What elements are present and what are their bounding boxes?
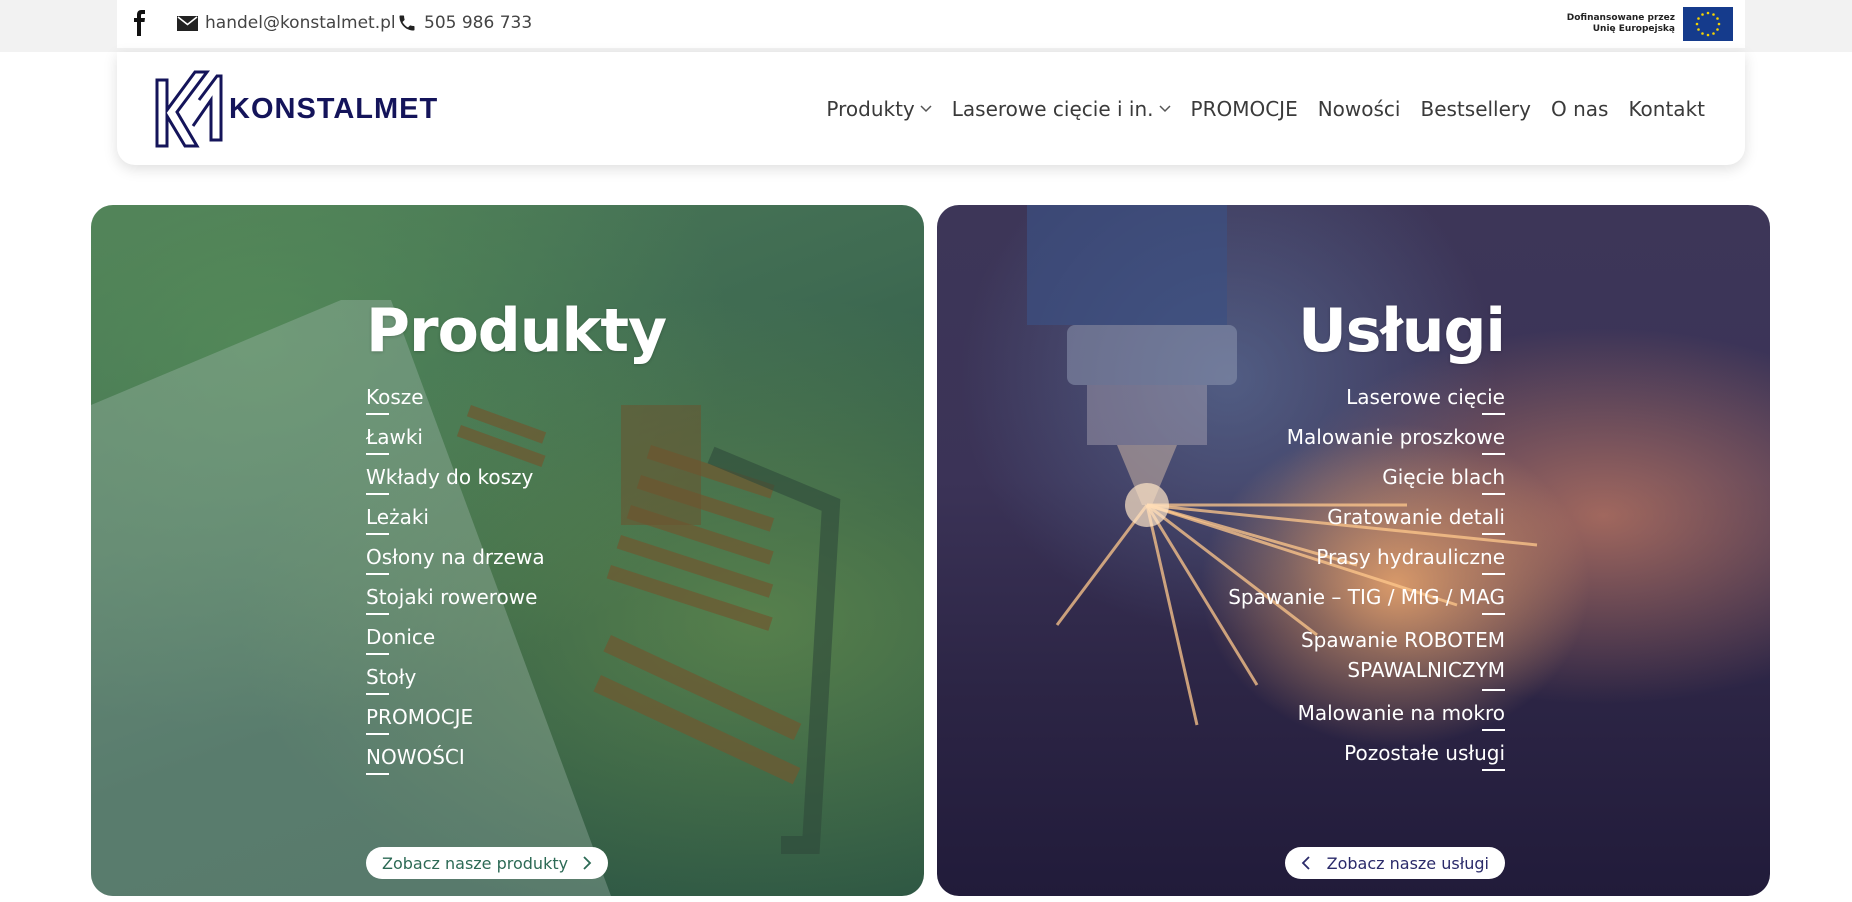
product-link-lezaki[interactable]: Leżaki (366, 505, 666, 535)
eu-funding-badge[interactable]: Dofinansowane przez Unię Europejską (1567, 7, 1733, 41)
mail-icon (177, 15, 198, 31)
services-column: Usługi Laserowe cięcie Malowanie proszko… (1228, 295, 1506, 781)
service-link-robot[interactable]: Spawanie ROBOTEM SPAWALNICZYM (1275, 625, 1505, 691)
nav-item-nowosci[interactable]: Nowości (1318, 97, 1401, 121)
service-link-spawanie[interactable]: Spawanie – TIG / MIG / MAG (1228, 585, 1505, 615)
chevron-right-icon (583, 856, 592, 870)
nav-label: Nowości (1317, 96, 1401, 121)
service-link-gratowanie[interactable]: Gratowanie detali (1228, 505, 1505, 535)
facebook-icon[interactable] (131, 10, 149, 36)
nav-label: O nas (1550, 96, 1609, 121)
products-title: Produkty (366, 296, 667, 366)
product-link-stojaki[interactable]: Stojaki rowerowe (366, 585, 666, 615)
email-link[interactable]: handel@konstalmet.pl (177, 0, 396, 46)
product-link-stoly[interactable]: Stoły (366, 665, 666, 695)
see-services-label: Zobacz nasze usługi (1326, 853, 1489, 873)
phone-icon (399, 15, 415, 31)
services-card: Usługi Laserowe cięcie Malowanie proszko… (937, 205, 1770, 896)
chevron-down-icon (920, 104, 932, 112)
services-title: Usługi (1298, 296, 1506, 366)
nav-label: Produkty (826, 96, 915, 121)
service-link-malowanie-mokro[interactable]: Malowanie na mokro (1228, 701, 1505, 731)
service-link-malowanie-proszkowe[interactable]: Malowanie proszkowe (1228, 425, 1505, 455)
email-text: handel@konstalmet.pl (205, 13, 396, 33)
products-links: Kosze Ławki Wkłady do koszy Leżaki Osłon… (366, 385, 666, 775)
service-link-prasy[interactable]: Prasy hydrauliczne (1228, 545, 1505, 575)
product-link-wklady[interactable]: Wkłady do koszy (366, 465, 666, 495)
nav-item-kontakt[interactable]: Kontakt (1628, 97, 1705, 121)
nav-label: Bestsellery (1420, 96, 1531, 121)
products-column: Produkty Kosze Ławki Wkłady do koszy Leż… (366, 295, 667, 785)
product-link-kosze[interactable]: Kosze (366, 385, 666, 415)
nav-item-laserowe[interactable]: Laserowe cięcie i in. (952, 97, 1171, 121)
chevron-down-icon (1158, 104, 1171, 112)
eu-funding-text: Dofinansowane przez Unię Europejską (1567, 13, 1675, 35)
see-products-button[interactable]: Zobacz nasze produkty (366, 847, 609, 879)
service-link-pozostale[interactable]: Pozostałe usługi (1228, 741, 1505, 771)
logo[interactable]: KONSTALMET (155, 70, 438, 148)
nav-label: Laserowe cięcie i in. (951, 96, 1154, 121)
main-nav: Produkty Laserowe cięcie i in. PROMOCJE … (806, 52, 1705, 165)
nav-item-produkty[interactable]: Produkty (826, 96, 932, 121)
product-link-lawki[interactable]: Ławki (366, 425, 666, 455)
services-links: Laserowe cięcie Malowanie proszkowe Gięc… (1228, 385, 1505, 771)
see-services-button[interactable]: Zobacz nasze usługi (1284, 847, 1505, 879)
nav-item-promocje[interactable]: PROMOCJE (1191, 97, 1298, 121)
logo-text: KONSTALMET (229, 92, 439, 125)
service-link-giecie[interactable]: Gięcie blach (1228, 465, 1505, 495)
product-link-promocje[interactable]: PROMOCJE (366, 705, 666, 735)
nav-label: PROMOCJE (1190, 96, 1298, 121)
eu-text-line1: Dofinansowane przez (1566, 13, 1675, 23)
see-products-label: Zobacz nasze produkty (382, 853, 569, 873)
eu-text-line2: Unię Europejską (1592, 24, 1675, 34)
eu-flag-icon (1683, 7, 1733, 41)
product-link-donice[interactable]: Donice (366, 625, 666, 655)
site-header: KONSTALMET Produkty Laserowe cięcie i in… (117, 52, 1745, 165)
products-card: Produkty Kosze Ławki Wkłady do koszy Leż… (91, 205, 924, 896)
service-link-laser[interactable]: Laserowe cięcie (1228, 385, 1505, 415)
chevron-left-icon (1301, 856, 1310, 870)
product-link-nowosci[interactable]: NOWOŚCI (366, 745, 666, 775)
product-link-oslony[interactable]: Osłony na drzewa (366, 545, 666, 575)
nav-item-bestsellery[interactable]: Bestsellery (1420, 97, 1531, 121)
nav-item-o-nas[interactable]: O nas (1551, 97, 1608, 121)
nav-label: Kontakt (1628, 96, 1705, 121)
logo-mark-icon (155, 70, 223, 148)
phone-text: 505 986 733 (424, 13, 533, 33)
phone-link[interactable]: 505 986 733 (397, 0, 532, 46)
topbar: handel@konstalmet.pl 505 986 733 Dofinan… (117, 0, 1745, 48)
